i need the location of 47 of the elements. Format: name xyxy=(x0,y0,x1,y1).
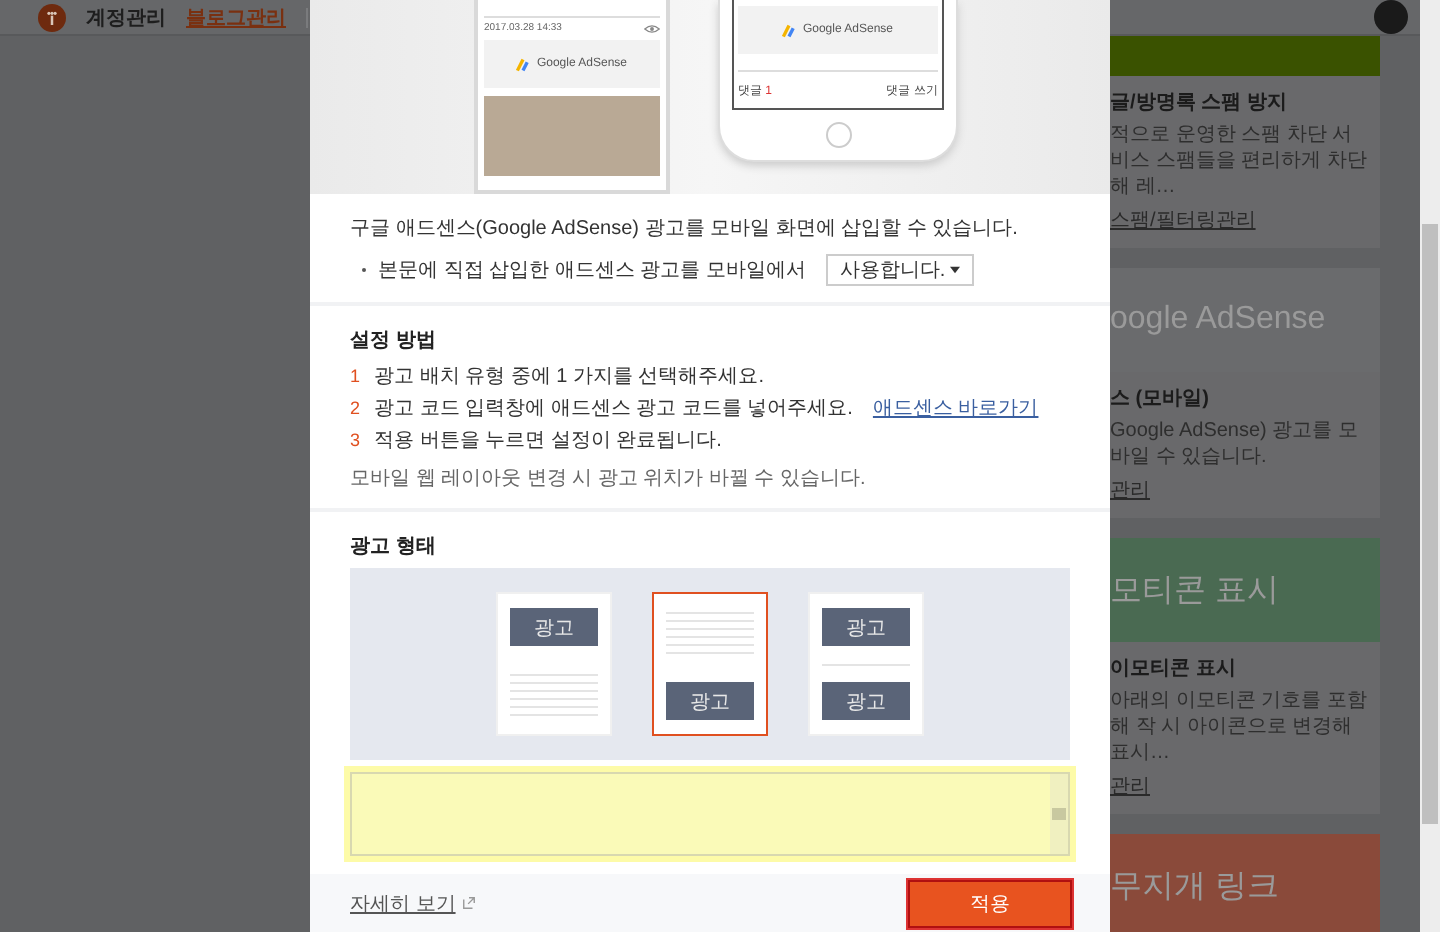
adsense-logo-icon xyxy=(516,57,531,71)
banner-title: 무지개 링크 xyxy=(1110,867,1279,907)
caret-icon xyxy=(949,266,960,274)
external-link-icon xyxy=(461,896,476,910)
ad-block: 광고 xyxy=(822,608,910,646)
adsense-link[interactable]: 애드센스 바로가기 xyxy=(872,394,1039,422)
more-link[interactable]: 자세히 보기 xyxy=(350,889,456,917)
step-number: 2 xyxy=(350,398,362,418)
scrollbar[interactable] xyxy=(1420,0,1440,932)
step-number: 1 xyxy=(350,366,362,386)
step-text: 광고 배치 유형 중에 1 가지를 선택해주세요. xyxy=(374,364,765,390)
banner-title: 모티콘 표시 xyxy=(1110,571,1279,611)
layout-option[interactable]: 광고 xyxy=(496,592,612,736)
card-title: 스 (모바일) xyxy=(1110,386,1211,412)
apply-button[interactable]: 적용 xyxy=(908,879,1072,927)
text-lines-drawing xyxy=(510,670,598,720)
code-input-field[interactable] xyxy=(350,772,1070,856)
layout-option[interactable]: 광고 광고 xyxy=(808,592,924,736)
card-description: 적으로 운영한 스팸 차단 서비스 스팸들을 편리하게 차단해 레… xyxy=(1110,122,1369,200)
ad-block: 광고 xyxy=(666,682,754,720)
section-title: 설정 방법 xyxy=(350,328,438,354)
nav-tab[interactable]: 계정관리 xyxy=(86,3,166,31)
section-title: 광고 형태 xyxy=(350,534,438,560)
logo-icon[interactable] xyxy=(38,3,66,31)
card-title: 이모티콘 표시 xyxy=(1110,656,1238,682)
option-label: 본문에 직접 삽입한 애드센스 광고를 모바일에서 xyxy=(378,258,806,284)
note-text: 모바일 웹 레이아웃 변경 시 광고 위치가 바뀔 수 있습니다. xyxy=(350,466,868,492)
ad-block: 광고 xyxy=(510,608,598,646)
card-link[interactable]: 관리 xyxy=(1110,772,1150,800)
step-number: 3 xyxy=(350,430,362,450)
adsense-logo-icon xyxy=(782,23,797,37)
step-text: 적용 버튼을 누르면 설정이 완료됩니다. xyxy=(374,428,722,454)
text-lines-drawing xyxy=(666,608,754,658)
avatar[interactable] xyxy=(1374,0,1408,34)
usage-select[interactable]: 사용합니다. xyxy=(825,254,974,286)
ad-block: 광고 xyxy=(822,682,910,720)
card-title: 글/방명록 스팸 방지 xyxy=(1110,90,1289,116)
scrollbar[interactable] xyxy=(1050,774,1068,854)
layout-option[interactable]: 광고 xyxy=(652,592,768,736)
card-description: Google AdSense) 광고를 모바일 수 있습니다. xyxy=(1110,418,1360,470)
card-link[interactable]: 관리 xyxy=(1110,476,1150,504)
intro-text: 구글 애드센스(Google AdSense) 광고를 모바일 화면에 삽입할 수 있습니다. xyxy=(350,216,1020,242)
card-description: 아래의 이모티콘 기호를 포함해 작 시 아이콘으로 변경해 표시… xyxy=(1110,688,1369,766)
eye-icon xyxy=(644,23,660,33)
card-link[interactable]: 스팸/필터링관리 xyxy=(1110,206,1256,234)
home-button-icon xyxy=(825,122,851,148)
step-text: 광고 코드 입력창에 애드센스 광고 코드를 넣어주세요. xyxy=(374,396,853,422)
